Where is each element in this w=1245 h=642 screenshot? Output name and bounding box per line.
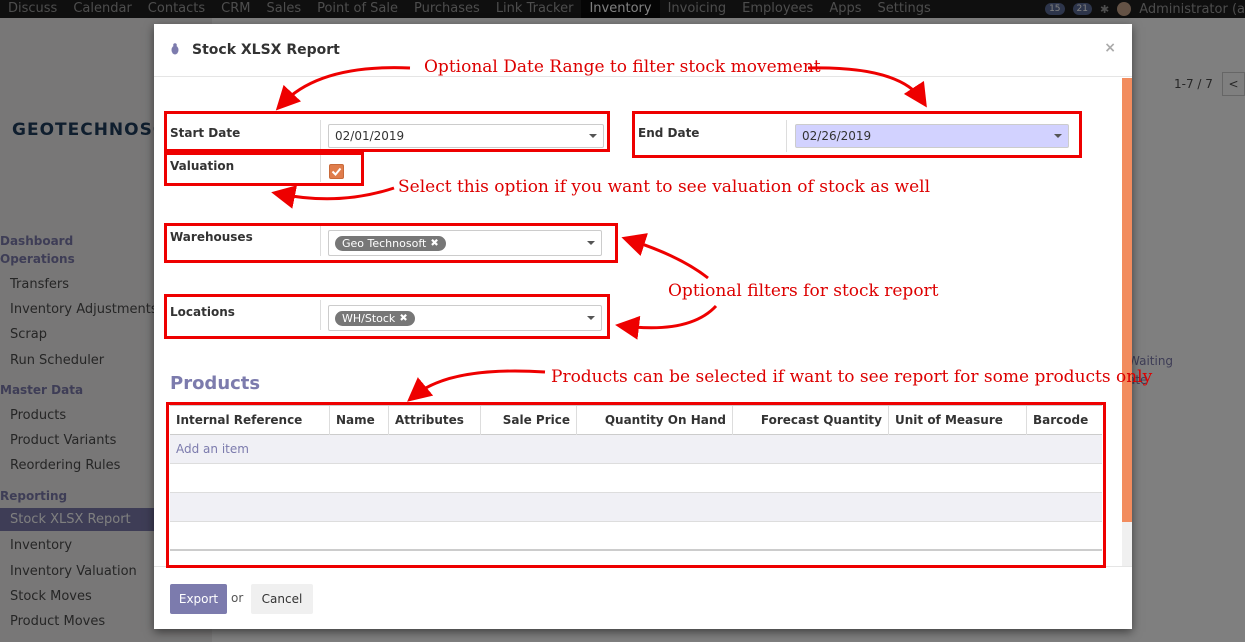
arrow-to-locations [615,304,718,340]
annotation-arrows [271,66,927,402]
arrow-to-start-date [275,66,411,111]
arrow-to-products [407,369,546,402]
arrow-to-warehouses [621,233,709,280]
arrow-to-end-date [807,66,927,108]
arrow-to-valuation [271,185,395,209]
